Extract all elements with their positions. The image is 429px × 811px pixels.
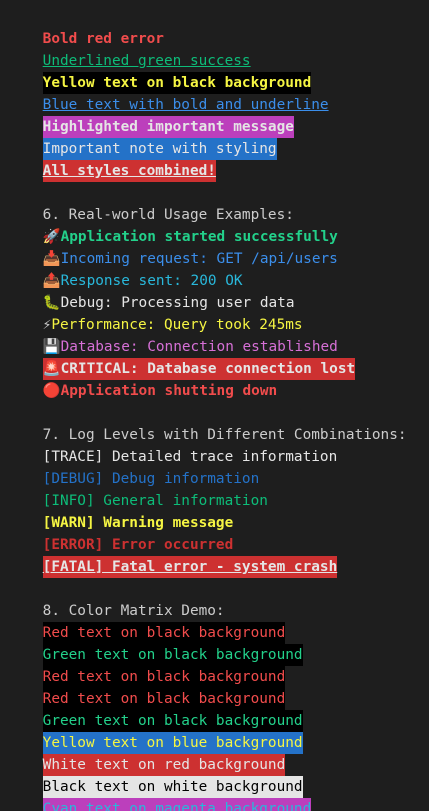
bug-icon: 🐛 — [42, 295, 61, 311]
section-heading: 8. Color Matrix Demo: — [8, 578, 429, 619]
shutdown-message: Application shutting down — [60, 383, 278, 399]
matrix-row-text: Green text on black background — [42, 710, 303, 732]
section-heading: 7. Log Levels with Different Combination… — [8, 402, 429, 443]
database-message: Database: Connection established — [60, 339, 338, 355]
matrix-row-text: Yellow text on blue background — [42, 732, 303, 754]
matrix-row-text: Green text on black background — [42, 644, 303, 666]
all-styles-combined: All styles combined! — [42, 160, 216, 182]
inbox-tray-icon: 📥 — [42, 251, 61, 267]
matrix-row-text: White text on red background — [42, 754, 286, 776]
warn-level: [WARN] Warning message — [42, 515, 234, 531]
yellow-on-black: Yellow text on black background — [42, 72, 312, 94]
matrix-row-text: Red text on black background — [42, 666, 286, 688]
log-line: Bold red error — [8, 6, 429, 47]
red-circle-icon: 🔴 — [42, 383, 61, 399]
matrix-row-text: Black text on white background — [42, 776, 303, 798]
app-started-message: Application started successfully — [60, 229, 338, 245]
section-heading: 6. Real-world Usage Examples: — [8, 182, 429, 223]
highlighted-message: Highlighted important message — [42, 116, 294, 138]
matrix-row-text: Red text on black background — [42, 622, 286, 644]
important-note: Important note with styling — [42, 138, 277, 160]
blue-bold-underline: Blue text with bold and underline — [42, 97, 329, 113]
incoming-request-message: Incoming request: GET /api/users — [60, 251, 338, 267]
lightning-icon: ⚡ — [42, 317, 52, 333]
fatal-level: [FATAL] Fatal error - system crash — [42, 556, 338, 578]
section-6-heading: 6. Real-world Usage Examples: — [42, 207, 294, 223]
underlined-green-success: Underlined green success — [42, 53, 251, 69]
rocket-icon: 🚀 — [42, 229, 61, 245]
response-sent-message: Response sent: 200 OK — [60, 273, 243, 289]
error-level: [ERROR] Error occurred — [42, 537, 234, 553]
bold-red-error: Bold red error — [42, 31, 164, 47]
section-7-heading: 7. Log Levels with Different Combination… — [42, 427, 407, 443]
outbox-tray-icon: 📤 — [42, 273, 61, 289]
critical-message: CRITICAL: Database connection lost — [60, 358, 356, 380]
debug-level: [DEBUG] Debug information — [42, 471, 260, 487]
terminal-output[interactable]: Bold red error Underlined green success … — [0, 0, 429, 811]
matrix-row-text: Red text on black background — [42, 688, 286, 710]
floppy-disk-icon: 💾 — [42, 339, 61, 355]
performance-message: Performance: Query took 245ms — [51, 317, 303, 333]
info-level: [INFO] General information — [42, 493, 268, 509]
section-8-heading: 8. Color Matrix Demo: — [42, 603, 225, 619]
trace-level: [TRACE] Detailed trace information — [42, 449, 338, 465]
debug-message: Debug: Processing user data — [60, 295, 295, 311]
siren-icon: 🚨 — [42, 358, 61, 380]
matrix-row-text: Cyan text on magenta background — [42, 798, 312, 811]
